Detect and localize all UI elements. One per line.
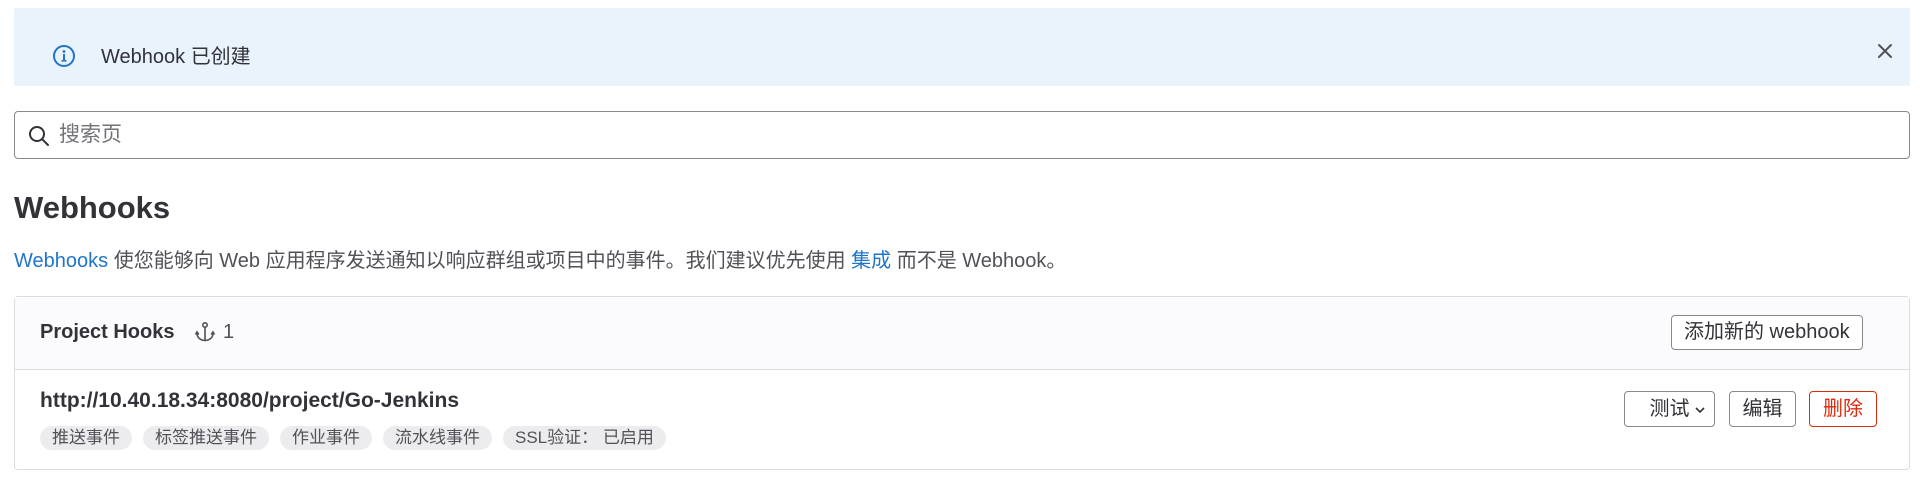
search-box[interactable] [14,111,1910,159]
card-header: Project Hooks 1 添加新的 webhook [15,297,1909,370]
hook-url: http://10.40.18.34:8080/project/Go-Jenki… [40,389,459,412]
page-title: Webhooks [14,190,171,225]
description-text: 使您能够向 Web 应用程序发送通知以响应群组或项目中的事件。我们建议优先使用 [108,250,852,272]
anchor-icon [194,321,216,342]
search-icon [29,126,49,146]
hook-event-tags: 推送事件 标签推送事件 作业事件 流水线事件 SSL验证： 已启用 [40,426,666,450]
delete-button[interactable]: 删除 [1809,391,1877,427]
webhooks-help-link[interactable]: Webhooks [14,250,108,272]
add-webhook-button[interactable]: 添加新的 webhook [1671,315,1863,350]
page-description: Webhooks 使您能够向 Web 应用程序发送通知以响应群组或项目中的事件。… [14,244,1066,273]
close-icon[interactable] [1874,40,1896,62]
search-input[interactable] [57,112,1891,158]
card-title: Project Hooks [40,321,175,343]
success-alert: Webhook 已创建 [14,8,1910,86]
project-hooks-card: Project Hooks 1 添加新的 webhook http://10.4… [14,296,1910,470]
test-dropdown-button[interactable]: 测试 [1624,391,1715,427]
description-text-end: 而不是 Webhook。 [891,250,1067,272]
webhooks-page: Webhook 已创建 Webhooks Webhooks 使您能够向 Web … [0,0,1922,489]
info-circle-icon [53,45,75,67]
alert-message: Webhook 已创建 [101,46,251,68]
chevron-down-icon [1695,407,1705,414]
test-button-label: 测试 [1649,398,1690,420]
tag-tag-push-events: 标签推送事件 [143,426,269,450]
tag-push-events: 推送事件 [40,426,132,450]
tag-ssl-verification: SSL验证： 已启用 [503,426,666,450]
edit-button[interactable]: 编辑 [1729,391,1796,427]
tag-job-events: 作业事件 [280,426,372,450]
hook-count: 1 [223,321,235,343]
integrations-link[interactable]: 集成 [851,250,891,272]
tag-pipeline-events: 流水线事件 [383,426,492,450]
